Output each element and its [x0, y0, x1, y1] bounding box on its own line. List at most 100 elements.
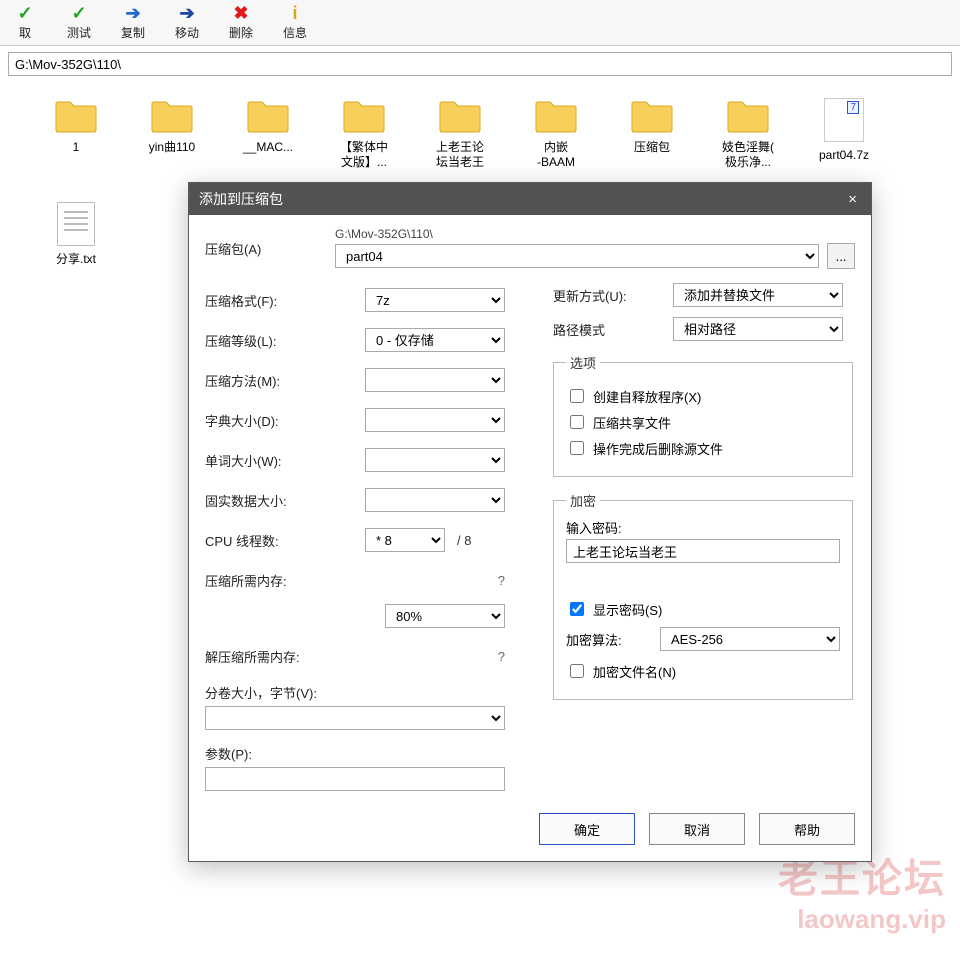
enc-algo-label: 加密算法: — [566, 630, 652, 649]
folder-icon — [630, 98, 674, 134]
toolbar-test[interactable]: ✓ 测试 — [58, 2, 100, 41]
folder-icon — [534, 98, 578, 134]
encryption-legend: 加密 — [566, 491, 600, 510]
toolbar-delete[interactable]: ✖ 删除 — [220, 2, 262, 41]
folder-icon — [246, 98, 290, 134]
password-input[interactable] — [566, 539, 840, 563]
show-password-row[interactable]: 显示密码(S) — [566, 599, 840, 619]
mem-compress-select[interactable]: 80% — [385, 604, 505, 628]
dictionary-label: 字典大小(D): — [205, 411, 365, 430]
close-icon[interactable]: × — [844, 191, 861, 208]
archive-label: 压缩包(A) — [205, 239, 335, 258]
file-item[interactable]: yin曲110 — [140, 98, 204, 170]
file-name: 分享.txt — [56, 252, 96, 267]
check-icon: ✓ — [14, 2, 36, 24]
file-item[interactable]: __MAC... — [236, 98, 300, 170]
file-item[interactable]: 内嵌-BAAM — [524, 98, 588, 170]
archive-icon — [824, 98, 864, 142]
file-name: 妓色淫舞( — [722, 140, 774, 155]
update-label: 更新方式(U): — [553, 286, 673, 305]
encrypt-names-row[interactable]: 加密文件名(N) — [566, 661, 840, 681]
file-name: 文版】... — [341, 155, 387, 170]
arrow-right-icon: ➔ — [176, 2, 198, 24]
solid-label: 固实数据大小: — [205, 491, 365, 510]
info-icon: i — [284, 2, 306, 24]
mem-decompress-label: 解压缩所需内存: — [205, 647, 491, 666]
toolbar-extract[interactable]: ✓ 取 — [4, 2, 46, 41]
ok-button[interactable]: 确定 — [539, 813, 635, 845]
format-label: 压缩格式(F): — [205, 291, 365, 310]
archive-path: G:\Mov-352G\110\ — [335, 227, 855, 241]
toolbar-info[interactable]: i 信息 — [274, 2, 316, 41]
sfx-checkbox[interactable] — [570, 389, 584, 403]
cancel-button[interactable]: 取消 — [649, 813, 745, 845]
solid-select[interactable] — [365, 488, 505, 512]
path-input[interactable] — [8, 52, 952, 76]
archive-name-select[interactable]: part04 — [335, 244, 819, 268]
file-name: 压缩包 — [634, 140, 670, 155]
cpu-threads-select[interactable]: * 8 — [365, 528, 445, 552]
sfx-checkbox-row[interactable]: 创建自释放程序(X) — [566, 386, 840, 406]
file-name: 上老王论 — [436, 140, 484, 155]
dictionary-select[interactable] — [365, 408, 505, 432]
method-select[interactable] — [365, 368, 505, 392]
file-name: 坛当老王 — [436, 155, 484, 170]
delete-after-checkbox-row[interactable]: 操作完成后删除源文件 — [566, 438, 840, 458]
file-item[interactable]: 上老王论坛当老王 — [428, 98, 492, 170]
file-item[interactable]: part04.7z — [812, 98, 876, 170]
delete-after-checkbox[interactable] — [570, 441, 584, 455]
mem-compress-help: ? — [491, 573, 505, 588]
password-label: 输入密码: — [566, 518, 840, 537]
file-item[interactable]: 【繁体中文版】... — [332, 98, 396, 170]
mem-compress-label: 压缩所需内存: — [205, 571, 491, 590]
right-column: 更新方式(U): 添加并替换文件 路径模式 相对路径 选项 创建自释放程序(X) — [553, 283, 853, 791]
file-name: __MAC... — [243, 140, 293, 155]
file-name: 1 — [73, 140, 80, 155]
file-item[interactable]: 压缩包 — [620, 98, 684, 170]
params-input[interactable] — [205, 767, 505, 791]
file-name: 内嵌 — [544, 140, 568, 155]
cpu-label: CPU 线程数: — [205, 531, 365, 550]
file-name: 【繁体中 — [340, 140, 388, 155]
pathmode-label: 路径模式 — [553, 320, 673, 339]
word-select[interactable] — [365, 448, 505, 472]
help-button[interactable]: 帮助 — [759, 813, 855, 845]
folder-icon — [150, 98, 194, 134]
pathmode-select[interactable]: 相对路径 — [673, 317, 843, 341]
enc-algo-select[interactable]: AES-256 — [660, 627, 840, 651]
arrow-right-icon: ➔ — [122, 2, 144, 24]
file-item[interactable]: 妓色淫舞(极乐净... — [716, 98, 780, 170]
dialog-title: 添加到压缩包 — [199, 189, 283, 209]
options-legend: 选项 — [566, 353, 600, 372]
cross-icon: ✖ — [230, 2, 252, 24]
folder-icon — [342, 98, 386, 134]
dialog-buttons: 确定 取消 帮助 — [189, 797, 871, 861]
options-group: 选项 创建自释放程序(X) 压缩共享文件 操作完成后删除源文件 — [553, 353, 853, 477]
check-icon: ✓ — [68, 2, 90, 24]
toolbar-move[interactable]: ➔ 移动 — [166, 2, 208, 41]
folder-icon — [438, 98, 482, 134]
share-checkbox[interactable] — [570, 415, 584, 429]
file-name: 极乐净... — [725, 155, 771, 170]
main-toolbar: ✓ 取 ✓ 测试 ➔ 复制 ➔ 移动 ✖ 删除 i 信息 — [0, 0, 960, 46]
file-item[interactable]: 1 — [44, 98, 108, 170]
encrypt-names-checkbox[interactable] — [570, 664, 584, 678]
left-column: 压缩格式(F): 7z 压缩等级(L): 0 - 仅存储 压缩方法(M): 字典… — [205, 283, 505, 791]
encryption-group: 加密 输入密码: 显示密码(S) 加密算法: AES-256 加密文件名(N) — [553, 491, 853, 700]
file-name: -BAAM — [537, 155, 575, 170]
method-label: 压缩方法(M): — [205, 371, 365, 390]
show-password-checkbox[interactable] — [570, 602, 584, 616]
file-item[interactable]: 分享.txt — [44, 202, 108, 267]
toolbar-copy[interactable]: ➔ 复制 — [112, 2, 154, 41]
share-checkbox-row[interactable]: 压缩共享文件 — [566, 412, 840, 432]
mem-decompress-help: ? — [491, 649, 505, 664]
browse-button[interactable]: ... — [827, 243, 855, 269]
format-select[interactable]: 7z — [365, 288, 505, 312]
address-bar — [0, 46, 960, 82]
file-name: yin曲110 — [149, 140, 195, 155]
update-mode-select[interactable]: 添加并替换文件 — [673, 283, 843, 307]
text-file-icon — [57, 202, 95, 246]
cpu-total: / 8 — [457, 533, 471, 548]
split-size-select[interactable] — [205, 706, 505, 730]
level-select[interactable]: 0 - 仅存储 — [365, 328, 505, 352]
